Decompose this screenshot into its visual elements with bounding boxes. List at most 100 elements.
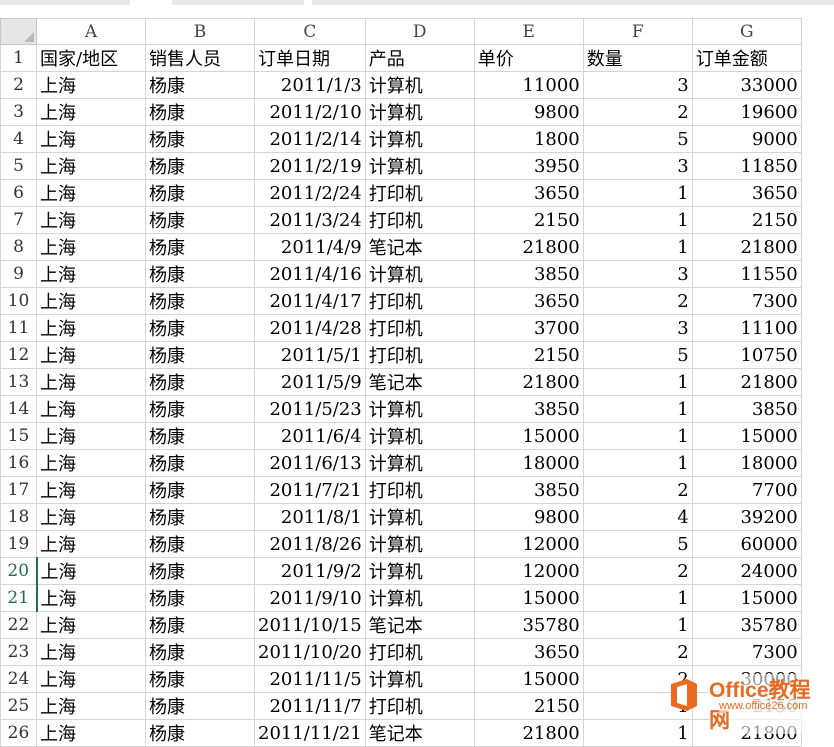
- cell[interactable]: 35780: [691, 611, 802, 639]
- cell[interactable]: 18000: [473, 449, 584, 477]
- cell[interactable]: 计算机: [364, 557, 475, 585]
- header-cell[interactable]: 产品: [364, 44, 475, 72]
- cell[interactable]: 笔记本: [364, 368, 475, 396]
- cell[interactable]: 3650: [473, 179, 584, 207]
- cell[interactable]: 39200: [691, 503, 802, 531]
- cell[interactable]: 计算机: [364, 98, 475, 126]
- cell[interactable]: 1: [582, 584, 693, 612]
- cell[interactable]: 2011/5/23: [254, 395, 366, 423]
- cell[interactable]: 打印机: [364, 692, 475, 720]
- cell[interactable]: 笔记本: [364, 611, 475, 639]
- cell[interactable]: 21800: [691, 233, 802, 261]
- cell[interactable]: 11000: [473, 71, 584, 99]
- cell[interactable]: 杨康: [145, 287, 255, 315]
- cell[interactable]: 上海: [36, 719, 146, 747]
- cell[interactable]: 杨康: [145, 179, 255, 207]
- header-cell[interactable]: 销售人员: [145, 44, 255, 72]
- cell[interactable]: 2150: [473, 206, 584, 234]
- cell[interactable]: 11550: [691, 260, 802, 288]
- cell[interactable]: 2011/2/24: [254, 179, 366, 207]
- cell[interactable]: 15000: [473, 584, 584, 612]
- cell[interactable]: 60000: [691, 530, 802, 558]
- cell[interactable]: 2150: [473, 341, 584, 369]
- row-header[interactable]: 6: [0, 179, 37, 207]
- cell[interactable]: 21800: [473, 368, 584, 396]
- header-cell[interactable]: 单价: [473, 44, 584, 72]
- cell[interactable]: 1: [582, 233, 693, 261]
- column-header-d[interactable]: D: [364, 18, 475, 45]
- cell[interactable]: 杨康: [145, 530, 255, 558]
- cell[interactable]: 2: [582, 638, 693, 666]
- cell[interactable]: 杨康: [145, 422, 255, 450]
- cell[interactable]: 15000: [691, 422, 802, 450]
- cell[interactable]: 计算机: [364, 584, 475, 612]
- cell[interactable]: 33000: [691, 71, 802, 99]
- cell[interactable]: 杨康: [145, 368, 255, 396]
- cell[interactable]: 打印机: [364, 179, 475, 207]
- cell[interactable]: 杨康: [145, 260, 255, 288]
- cell[interactable]: 上海: [36, 314, 146, 342]
- cell[interactable]: 2011/2/19: [254, 152, 366, 180]
- cell[interactable]: 12000: [473, 557, 584, 585]
- cell[interactable]: 3: [582, 152, 693, 180]
- row-header[interactable]: 19: [0, 530, 37, 558]
- row-header[interactable]: 25: [0, 692, 37, 720]
- cell[interactable]: 杨康: [145, 719, 255, 747]
- cell[interactable]: 3650: [473, 638, 584, 666]
- cell[interactable]: 9000: [691, 125, 802, 153]
- cell[interactable]: 杨康: [145, 476, 255, 504]
- cell[interactable]: 计算机: [364, 530, 475, 558]
- cell[interactable]: 2011/5/9: [254, 368, 366, 396]
- cell[interactable]: 杨康: [145, 125, 255, 153]
- cell[interactable]: 上海: [36, 557, 146, 585]
- cell[interactable]: 计算机: [364, 422, 475, 450]
- cell[interactable]: 上海: [36, 692, 146, 720]
- cell[interactable]: 2150: [691, 206, 802, 234]
- cell[interactable]: 杨康: [145, 692, 255, 720]
- cell[interactable]: 3850: [473, 476, 584, 504]
- cell[interactable]: 3850: [691, 395, 802, 423]
- cell[interactable]: 上海: [36, 611, 146, 639]
- cell[interactable]: 2011/4/9: [254, 233, 366, 261]
- cell[interactable]: 3850: [473, 395, 584, 423]
- cell[interactable]: 1: [582, 719, 693, 747]
- cell[interactable]: 11100: [691, 314, 802, 342]
- cell[interactable]: 计算机: [364, 503, 475, 531]
- cell[interactable]: 3: [582, 71, 693, 99]
- cell[interactable]: 3: [582, 260, 693, 288]
- cell[interactable]: 杨康: [145, 152, 255, 180]
- cell[interactable]: 打印机: [364, 287, 475, 315]
- cell[interactable]: 15000: [473, 422, 584, 450]
- cell[interactable]: 上海: [36, 476, 146, 504]
- cell[interactable]: 打印机: [364, 476, 475, 504]
- cell[interactable]: 打印机: [364, 341, 475, 369]
- row-header[interactable]: 9: [0, 260, 37, 288]
- cell[interactable]: 上海: [36, 71, 146, 99]
- cell[interactable]: 2011/9/10: [254, 584, 366, 612]
- cell[interactable]: 7700: [691, 476, 802, 504]
- cell[interactable]: 2150: [473, 692, 584, 720]
- column-header-b[interactable]: B: [145, 18, 255, 45]
- row-header[interactable]: 20: [0, 557, 38, 585]
- cell[interactable]: 计算机: [364, 260, 475, 288]
- cell[interactable]: 上海: [36, 98, 146, 126]
- row-header[interactable]: 21: [0, 584, 38, 612]
- cell[interactable]: 2011/4/16: [254, 260, 366, 288]
- cell[interactable]: 上海: [36, 503, 146, 531]
- row-header[interactable]: 13: [0, 368, 37, 396]
- row-header[interactable]: 7: [0, 206, 37, 234]
- cell[interactable]: 3650: [473, 287, 584, 315]
- cell[interactable]: 计算机: [364, 665, 475, 693]
- cell[interactable]: 上海: [36, 449, 146, 477]
- cell[interactable]: 2: [582, 287, 693, 315]
- column-header-c[interactable]: C: [254, 18, 366, 45]
- cell[interactable]: 3700: [473, 314, 584, 342]
- column-header-g[interactable]: G: [691, 18, 802, 45]
- cell[interactable]: 杨康: [145, 503, 255, 531]
- cell[interactable]: 2011/7/21: [254, 476, 366, 504]
- cell[interactable]: 2011/2/10: [254, 98, 366, 126]
- header-cell[interactable]: 订单日期: [254, 44, 366, 72]
- cell[interactable]: 2: [582, 476, 693, 504]
- cell[interactable]: 杨康: [145, 233, 255, 261]
- cell[interactable]: 计算机: [364, 125, 475, 153]
